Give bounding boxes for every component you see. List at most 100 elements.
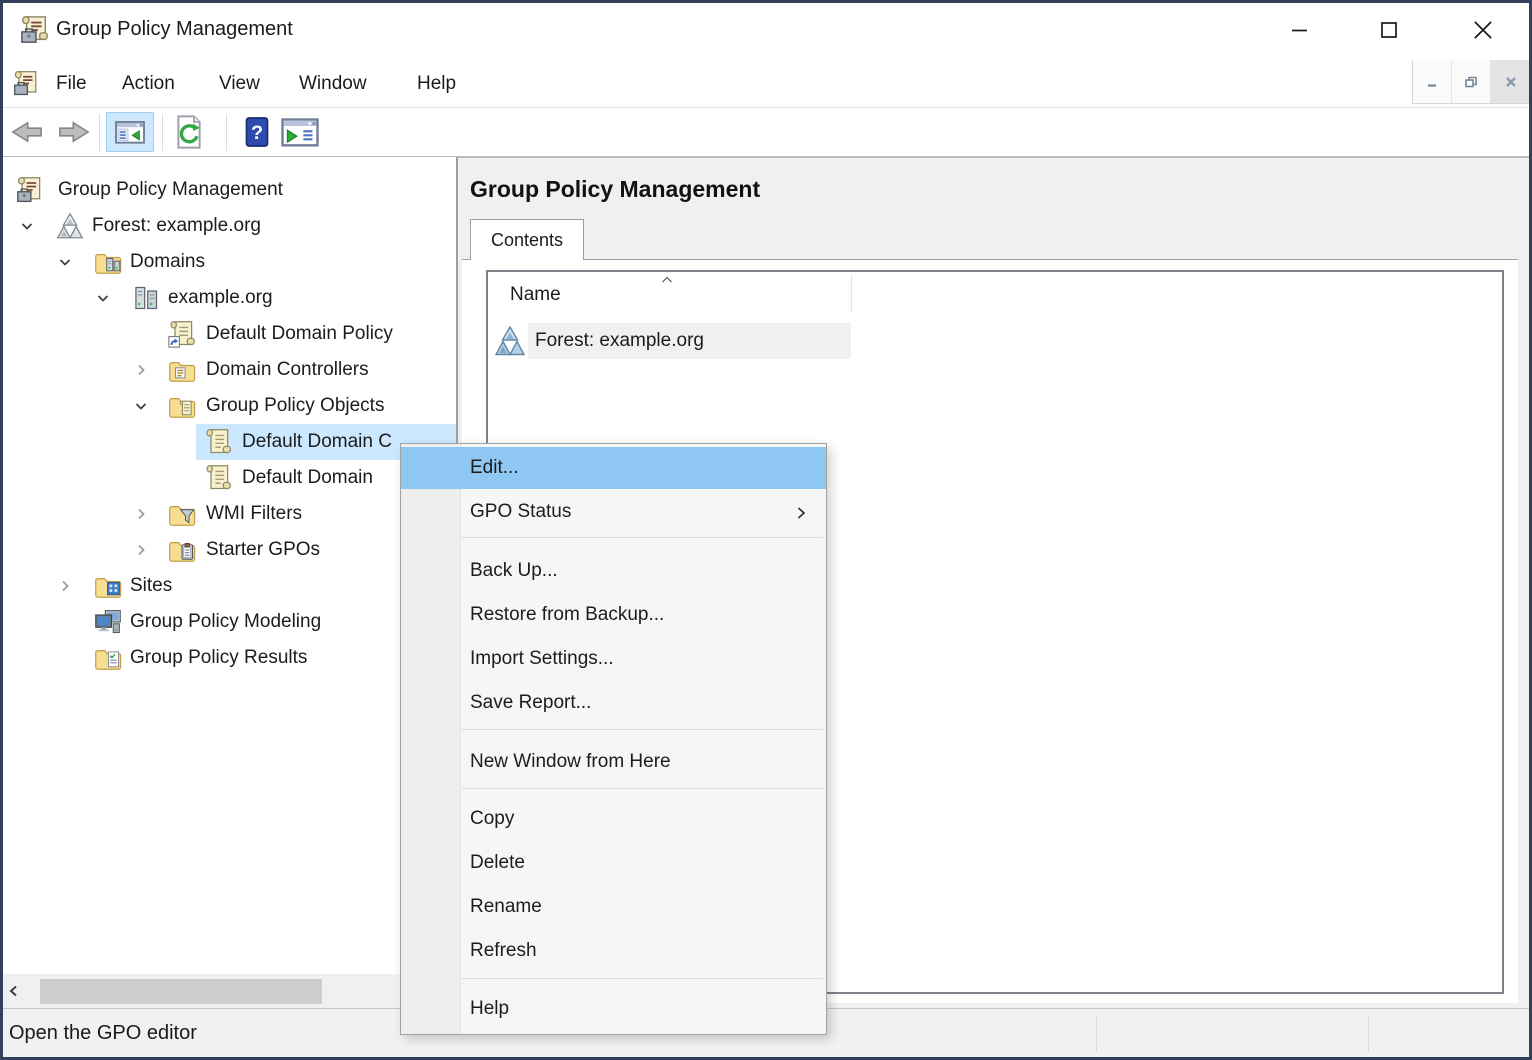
- scrollbar-thumb[interactable]: [40, 979, 322, 1004]
- chevron-right-icon[interactable]: [132, 505, 150, 523]
- mdi-restore-button[interactable]: [1452, 60, 1491, 103]
- context-menu-item-new-window-from-here[interactable]: New Window from Here: [401, 740, 826, 784]
- help-button[interactable]: ?: [243, 116, 271, 148]
- toolbar-separator: [226, 114, 227, 151]
- sort-ascending-icon: [660, 274, 674, 285]
- forest-icon: [56, 212, 84, 240]
- chevron-down-icon[interactable]: [56, 253, 74, 271]
- minimize-button[interactable]: [1271, 2, 1329, 58]
- tree-item-label: Domain Controllers: [206, 352, 369, 388]
- tree-item-label: Domains: [130, 244, 205, 280]
- menu-window[interactable]: Window: [289, 60, 377, 108]
- toolbar-separator: [162, 114, 163, 151]
- domains-folder-icon: [94, 248, 122, 276]
- tree-item-domain-example-org[interactable]: example.org: [2, 280, 456, 316]
- export-list-button[interactable]: [280, 117, 320, 147]
- column-header-name[interactable]: Name: [510, 284, 561, 306]
- tree-item-domain-controllers[interactable]: Domain Controllers: [2, 352, 456, 388]
- chevron-down-icon[interactable]: [94, 289, 112, 307]
- maximize-button[interactable]: [1360, 2, 1418, 58]
- menu-bar: File Action View Window Help: [0, 60, 1532, 108]
- toolbar: ?: [0, 108, 1532, 157]
- scroll-left-arrow-icon[interactable]: [6, 983, 22, 999]
- tree-item-default-domain-controllers-gpo[interactable]: Default Domain C: [2, 424, 456, 460]
- tree-item-label: example.org: [168, 280, 273, 316]
- tree-horizontal-scrollbar[interactable]: [2, 974, 456, 1008]
- menu-action[interactable]: Action: [112, 60, 185, 108]
- context-menu-separator: [462, 729, 823, 730]
- chevron-right-icon[interactable]: [132, 361, 150, 379]
- refresh-button[interactable]: [172, 114, 206, 150]
- mdi-window-controls: [1412, 60, 1530, 104]
- menu-view[interactable]: View: [209, 60, 270, 108]
- gpo-link-icon: [168, 320, 196, 348]
- context-menu-item-help[interactable]: Help: [401, 987, 826, 1031]
- back-icon: [10, 118, 44, 146]
- tree-item-group-policy-modeling[interactable]: Group Policy Modeling: [2, 604, 456, 640]
- context-menu-item-rename[interactable]: Rename: [401, 885, 826, 929]
- tree-item-label: Group Policy Management: [58, 172, 283, 208]
- chevron-right-icon[interactable]: [56, 577, 74, 595]
- tree-item-domains[interactable]: Domains: [2, 244, 456, 280]
- tab-contents[interactable]: Contents: [470, 219, 584, 260]
- show-hide-console-tree-button[interactable]: [106, 112, 154, 152]
- context-menu-item-restore-from-backup[interactable]: Restore from Backup...: [401, 593, 826, 637]
- tree-item-label: Starter GPOs: [206, 532, 320, 568]
- context-menu-item-save-report[interactable]: Save Report...: [401, 681, 826, 725]
- context-menu-item-gpo-status[interactable]: GPO Status: [401, 491, 826, 533]
- submenu-arrow-icon: [792, 504, 810, 522]
- context-menu-separator: [462, 788, 823, 789]
- tree-item-sites[interactable]: Sites: [2, 568, 456, 604]
- back-button[interactable]: [10, 118, 44, 146]
- gp-results-icon: [94, 644, 122, 672]
- mdi-close-button[interactable]: [1491, 60, 1530, 103]
- tree-item-label: Default Domain Policy: [206, 316, 393, 352]
- app-window: Group Policy Management File Action View…: [0, 0, 1532, 1060]
- details-header: Group Policy Management: [470, 176, 760, 203]
- refresh-icon: [172, 114, 206, 150]
- tree-item-wmi-filters[interactable]: WMI Filters: [2, 496, 456, 532]
- status-text: Open the GPO editor: [9, 1009, 197, 1057]
- window-title: Group Policy Management: [56, 18, 293, 41]
- domain-icon: [132, 284, 160, 312]
- mdi-minimize-button[interactable]: [1413, 60, 1452, 103]
- tree-item-label: Default Domain: [242, 460, 373, 496]
- tree-item-forest[interactable]: Forest: example.org: [2, 208, 456, 244]
- chevron-right-icon[interactable]: [132, 541, 150, 559]
- menu-help[interactable]: Help: [407, 60, 466, 108]
- gpmc-icon: [16, 176, 44, 204]
- context-menu-item-delete[interactable]: Delete: [401, 841, 826, 885]
- menu-file[interactable]: File: [46, 60, 97, 108]
- forward-button[interactable]: [57, 118, 91, 146]
- title-bar: Group Policy Management: [0, 0, 1532, 60]
- tree-item-label: Group Policy Modeling: [130, 604, 321, 640]
- tree-item-default-domain-gpo[interactable]: Default Domain: [2, 460, 456, 496]
- list-row-forest[interactable]: Forest: example.org: [488, 322, 1502, 360]
- starter-gpo-folder-icon: [168, 536, 196, 564]
- svg-text:?: ?: [251, 122, 263, 144]
- statusbar-separator: [1368, 1016, 1369, 1052]
- column-divider[interactable]: [851, 274, 852, 312]
- chevron-down-icon[interactable]: [132, 397, 150, 415]
- tree-item-label: Sites: [130, 568, 172, 604]
- gpo-icon: [204, 428, 232, 456]
- context-menu-item-copy[interactable]: Copy: [401, 797, 826, 841]
- context-menu-item-edit[interactable]: Edit...: [401, 447, 826, 489]
- chevron-down-icon[interactable]: [18, 217, 36, 235]
- tree-item-default-domain-policy[interactable]: Default Domain Policy: [2, 316, 456, 352]
- tree-item-group-policy-results[interactable]: Group Policy Results: [2, 640, 456, 676]
- close-button[interactable]: [1454, 2, 1512, 58]
- tree-item-group-policy-objects[interactable]: Group Policy Objects: [2, 388, 456, 424]
- context-menu-item-import-settings[interactable]: Import Settings...: [401, 637, 826, 681]
- tree-item-label: Group Policy Results: [130, 640, 307, 676]
- tree-item-label: WMI Filters: [206, 496, 302, 532]
- gpo-icon: [204, 464, 232, 492]
- context-menu-item-back-up[interactable]: Back Up...: [401, 549, 826, 593]
- gp-modeling-icon: [94, 608, 122, 636]
- tree-item-label: Forest: example.org: [92, 208, 261, 244]
- context-menu-item-refresh[interactable]: Refresh: [401, 929, 826, 973]
- tree-item-group-policy-management[interactable]: Group Policy Management: [2, 172, 456, 208]
- tree-item-starter-gpos[interactable]: Starter GPOs: [2, 532, 456, 568]
- gpmc-snapin-icon: [13, 70, 40, 97]
- help-icon: ?: [243, 116, 271, 148]
